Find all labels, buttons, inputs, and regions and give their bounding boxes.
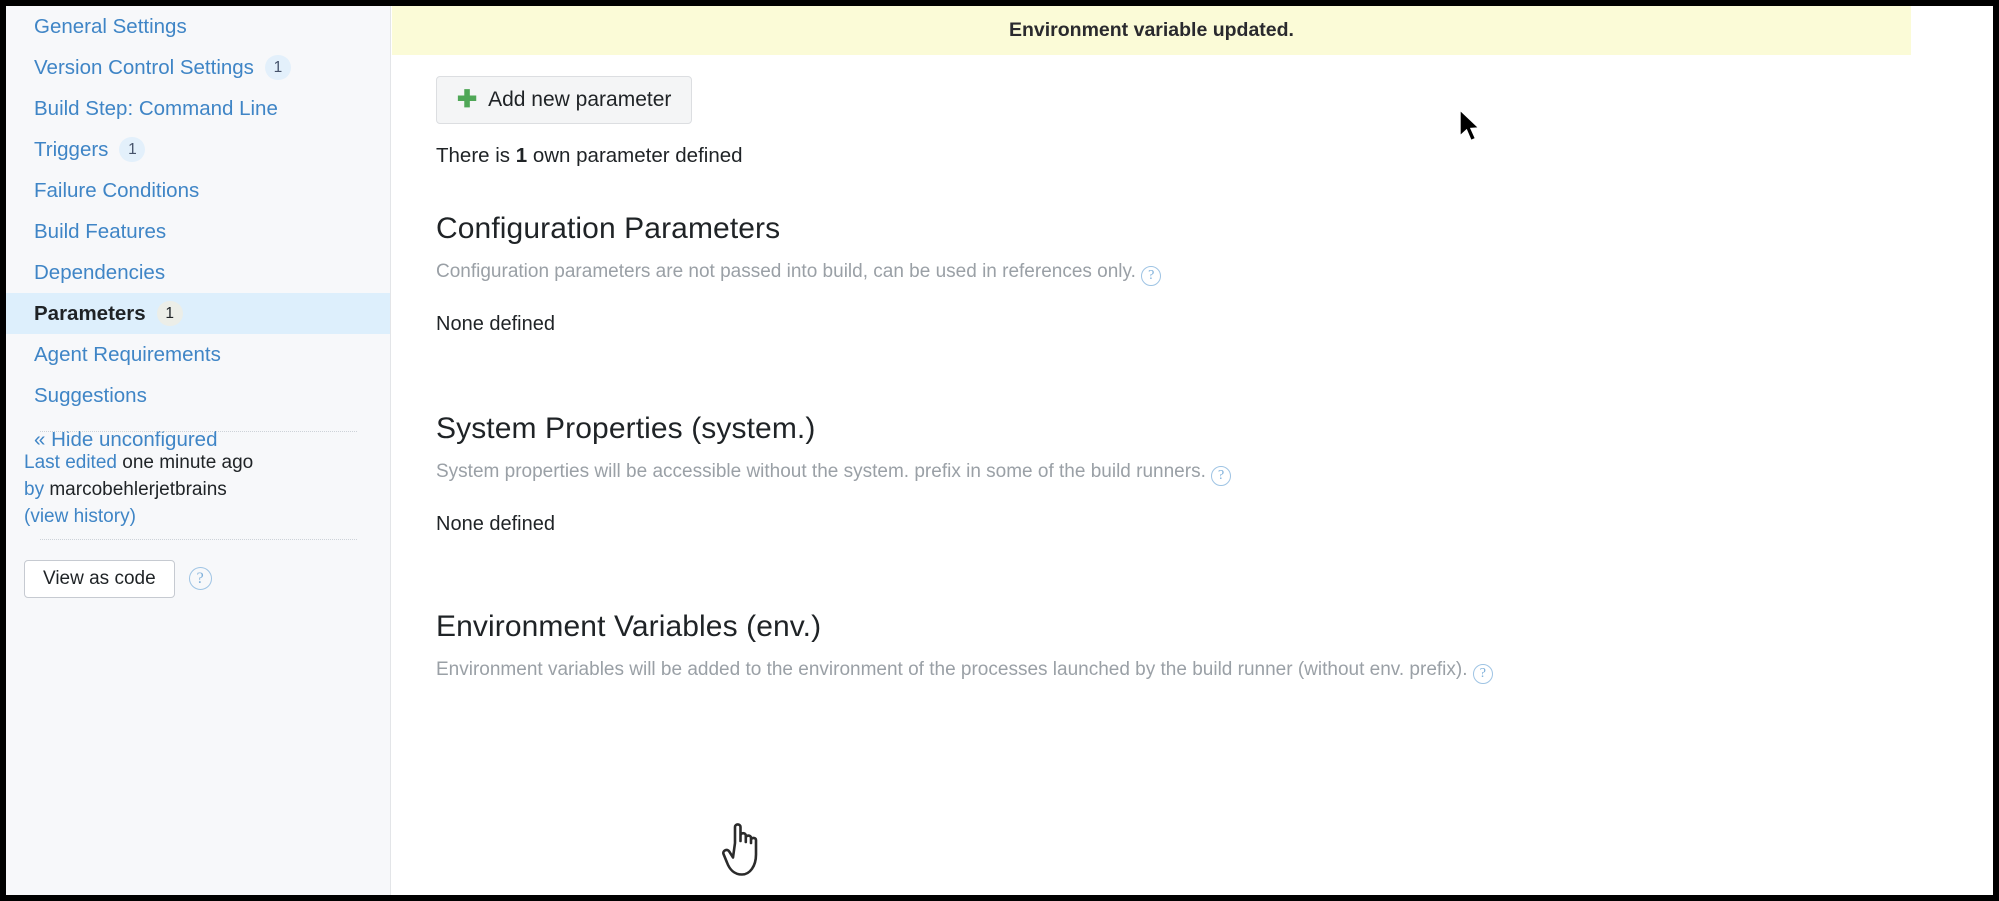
sidebar-item-badge: 1 [264, 55, 291, 80]
section-empty-state: None defined [436, 313, 555, 336]
section-title: System Properties (system.) [436, 412, 816, 445]
help-icon[interactable]: ? [1472, 664, 1493, 684]
sidebar-item-parameters[interactable]: Parameters 1 [6, 293, 390, 334]
own-parameter-count-text: There is 1 own parameter defined [436, 144, 743, 168]
sidebar-item-label: Dependencies [34, 260, 166, 284]
help-icon[interactable]: ? [188, 567, 212, 591]
main-content: Environment variable updated. ✚ Add new … [392, 6, 1993, 895]
sidebar-item-badge: 1 [156, 301, 183, 326]
screenshot-root: General Settings Version Control Setting… [0, 0, 1999, 901]
last-edited-label: Last edited [24, 452, 117, 473]
sidebar-item-label: Agent Requirements [34, 342, 221, 366]
sidebar-meta-block: Last edited one minute ago by marcobehle… [6, 431, 391, 598]
status-banner-text: Environment variable updated. [1009, 19, 1294, 41]
view-as-code-row: View as code ? [24, 540, 373, 598]
sidebar-item-label: Failure Conditions [34, 178, 200, 202]
last-edited-time: one minute ago [122, 452, 254, 473]
sidebar-item-label: Parameters [34, 301, 146, 325]
section-title: Configuration Parameters [436, 212, 781, 245]
sidebar-item-label: Suggestions [34, 383, 147, 407]
sidebar-item-triggers[interactable]: Triggers 1 [6, 129, 390, 170]
status-banner: Environment variable updated. [392, 6, 1911, 55]
sidebar-item-badge: 1 [119, 137, 146, 162]
mouse-arrow-cursor [1459, 109, 1481, 142]
by-label: by [24, 478, 45, 500]
last-edited-author: marcobehlerjetbrains [49, 478, 227, 500]
plus-icon: ✚ [457, 86, 478, 113]
sidebar-item-label: Version Control Settings [34, 55, 254, 79]
add-new-parameter-label: Add new parameter [488, 88, 672, 111]
section-description-text: Environment variables will be added to t… [436, 659, 1468, 680]
sidebar-item-build-features[interactable]: Build Features [6, 211, 390, 252]
section-environment-variables: Environment Variables (env.) Environment… [436, 610, 1493, 685]
sidebar-item-failure-conditions[interactable]: Failure Conditions [6, 170, 390, 211]
add-new-parameter-button[interactable]: ✚ Add new parameter [436, 76, 693, 124]
last-edited-info: Last edited one minute ago by marcobehle… [24, 432, 373, 539]
settings-sidebar: General Settings Version Control Setting… [6, 6, 391, 895]
section-description-text: Configuration parameters are not passed … [436, 261, 1136, 282]
section-title: Environment Variables (env.) [436, 610, 822, 643]
sidebar-item-label: General Settings [34, 14, 187, 38]
sidebar-item-agent-requirements[interactable]: Agent Requirements [6, 334, 390, 375]
sidebar-item-dependencies[interactable]: Dependencies [6, 252, 390, 293]
section-description: Environment variables will be added to t… [436, 655, 1493, 685]
view-history-link[interactable]: (view history) [24, 506, 136, 527]
section-configuration-parameters: Configuration Parameters Configuration p… [436, 212, 1162, 336]
own-parameter-count: 1 [515, 144, 528, 167]
sidebar-item-build-step-command-line[interactable]: Build Step: Command Line [6, 88, 390, 129]
help-icon[interactable]: ? [1211, 466, 1232, 486]
sidebar-item-label: Build Features [34, 219, 167, 243]
own-parameter-prefix: There is [436, 144, 516, 167]
section-description: Configuration parameters are not passed … [436, 257, 1162, 287]
sidebar-item-general-settings[interactable]: General Settings [6, 6, 390, 47]
section-description-text: System properties will be accessible wit… [436, 461, 1206, 482]
sidebar-item-label: Build Step: Command Line [34, 96, 278, 120]
own-parameter-suffix: own parameter defined [527, 144, 743, 167]
section-description: System properties will be accessible wit… [436, 457, 1232, 487]
view-as-code-button[interactable]: View as code [24, 559, 175, 598]
help-icon[interactable]: ? [1141, 266, 1162, 286]
sidebar-item-version-control-settings[interactable]: Version Control Settings 1 [6, 47, 390, 88]
pointing-hand-cursor [722, 823, 758, 876]
section-system-properties: System Properties (system.) System prope… [436, 412, 1232, 536]
sidebar-item-suggestions[interactable]: Suggestions [6, 375, 390, 416]
sidebar-item-label: Triggers [34, 137, 109, 161]
section-empty-state: None defined [436, 513, 555, 536]
